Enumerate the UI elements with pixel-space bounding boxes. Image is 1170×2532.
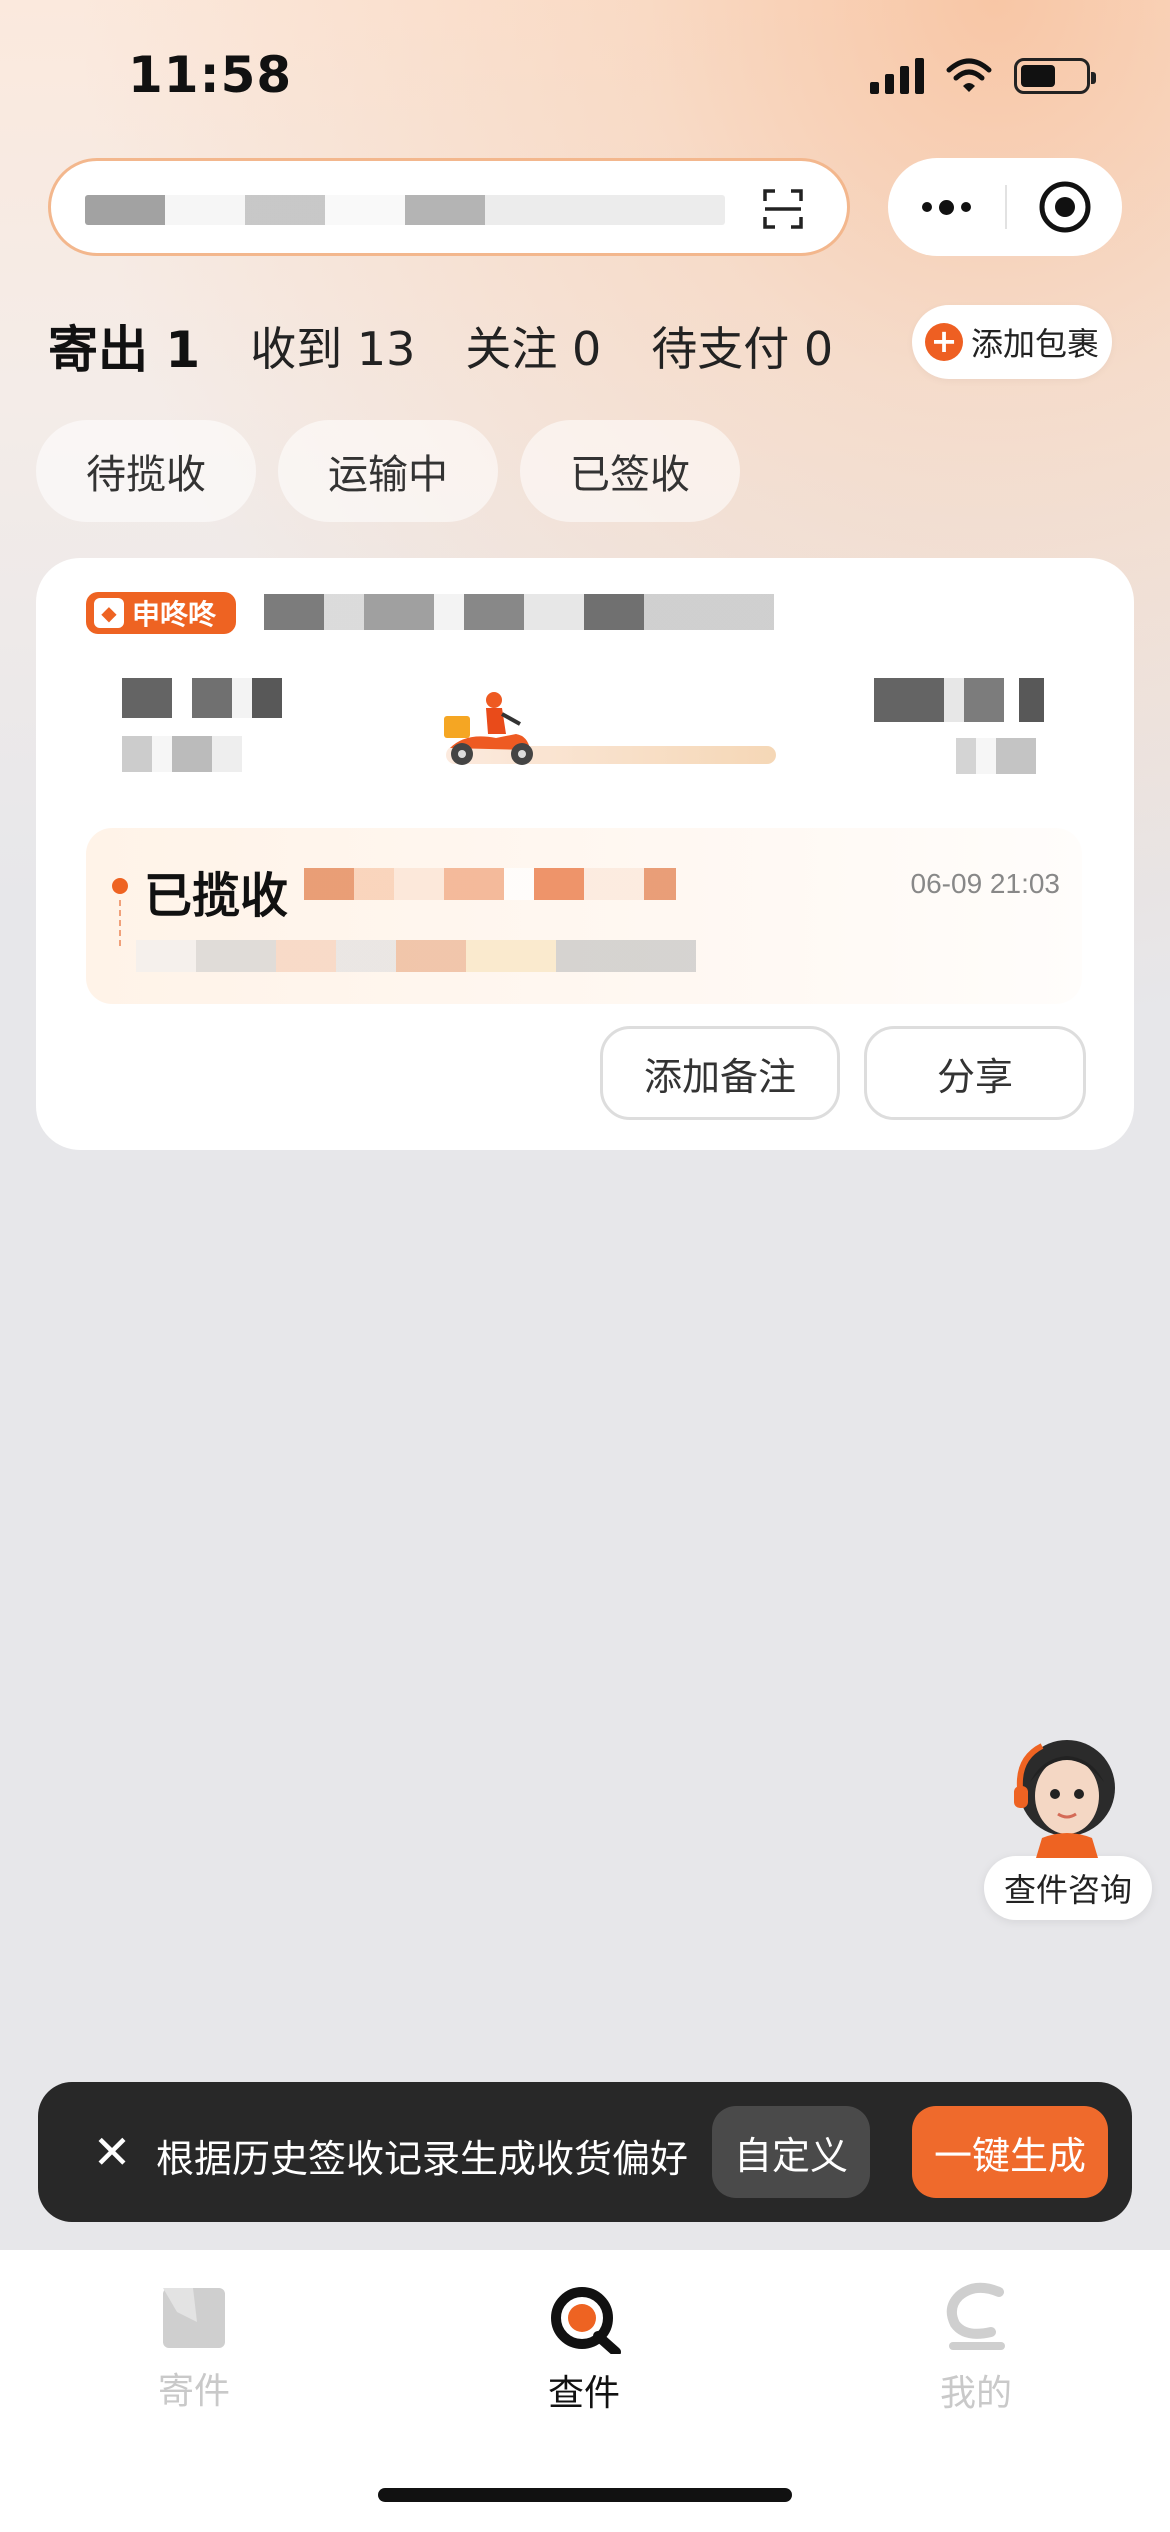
preference-banner: ✕ 根据历史签收记录生成收货偏好 自定义 一键生成	[38, 2082, 1132, 2222]
tab-received[interactable]: 收到 13	[250, 313, 415, 379]
more-icon[interactable]	[888, 199, 1005, 215]
carrier-logo-icon: ◆	[94, 598, 124, 628]
status-icons	[870, 58, 1096, 94]
status-title: 已揽收	[144, 868, 289, 924]
tabbar-label-send: 寄件	[157, 2371, 230, 2412]
filter-chips: 待揽收 运输中 已签收	[36, 420, 740, 522]
tabbar-item-mine[interactable]: 我的	[876, 2282, 1076, 2416]
assistant-widget[interactable]: 查件咨询	[984, 1728, 1152, 1920]
tabbar-item-track[interactable]: 查件	[484, 2282, 684, 2416]
battery-icon	[1014, 58, 1096, 94]
status-timeline	[119, 900, 121, 946]
tabbar-label-track: 查件	[547, 2373, 620, 2414]
redacted-status-detail-2	[136, 940, 696, 972]
status-timestamp: 06-09 21:03	[910, 868, 1060, 899]
redacted-status-detail	[304, 868, 676, 900]
add-package-label: 添加包裹	[970, 325, 1099, 363]
filter-signed[interactable]: 已签收	[520, 420, 740, 522]
tab-sent[interactable]: 寄出 1	[43, 310, 200, 386]
send-package-icon	[163, 2288, 225, 2348]
redacted-origin-sub	[122, 736, 242, 772]
carrier-badge: ◆ 申咚咚	[86, 592, 237, 634]
package-card[interactable]: ◆ 申咚咚 已揽收 06-09 21:03 添加备注 分享	[36, 558, 1134, 1150]
share-button[interactable]: 分享	[864, 1026, 1086, 1120]
tab-pending-payment[interactable]: 待支付 0	[651, 313, 833, 379]
tab-following[interactable]: 关注 0	[465, 313, 601, 379]
redacted-origin	[122, 678, 282, 718]
assistant-label: 查件咨询	[984, 1856, 1152, 1920]
home-indicator	[378, 2488, 792, 2502]
miniprogram-capsule	[888, 158, 1122, 256]
page: 11:58 寄出 1 收到 13 关注 0 待支付 0 + 添加包裹 待揽收 运…	[0, 0, 1170, 2532]
profile-icon	[946, 2282, 1005, 2350]
banner-message: 根据历史签收记录生成收货偏好	[156, 2137, 689, 2181]
customize-button[interactable]: 自定义	[712, 2106, 870, 2198]
status-time: 11:58	[128, 46, 293, 104]
close-icon[interactable]: ✕	[82, 2122, 142, 2182]
package-tabs: 寄出 1 收到 13 关注 0 待支付 0	[43, 310, 883, 386]
track-package-icon	[551, 2287, 621, 2357]
tabbar-item-send[interactable]: 寄件	[94, 2282, 294, 2414]
one-click-generate-button[interactable]: 一键生成	[912, 2106, 1108, 2198]
close-miniprogram-icon[interactable]	[1007, 180, 1122, 234]
courier-scooter-icon	[444, 692, 533, 765]
plus-icon: +	[924, 323, 963, 361]
add-remark-button[interactable]: 添加备注	[600, 1026, 840, 1120]
assistant-avatar-icon	[1014, 1740, 1115, 1858]
tabbar-label-mine: 我的	[939, 2373, 1012, 2414]
carrier-name: 申咚咚	[132, 598, 217, 631]
search-input[interactable]	[48, 158, 850, 256]
redacted-tracking-number	[264, 594, 774, 630]
add-package-button[interactable]: + 添加包裹	[912, 305, 1112, 379]
status-dot-icon	[112, 878, 128, 894]
tracking-status-box[interactable]: 已揽收 06-09 21:03	[86, 828, 1082, 1004]
filter-awaiting-pickup[interactable]: 待揽收	[36, 420, 256, 522]
redacted-search-text	[85, 195, 725, 225]
scan-icon[interactable]	[761, 187, 805, 231]
wifi-icon	[946, 58, 992, 92]
redacted-destination	[874, 678, 1044, 722]
signal-icon	[870, 58, 924, 94]
redacted-destination-sub	[956, 738, 1036, 774]
filter-in-transit[interactable]: 运输中	[278, 420, 498, 522]
